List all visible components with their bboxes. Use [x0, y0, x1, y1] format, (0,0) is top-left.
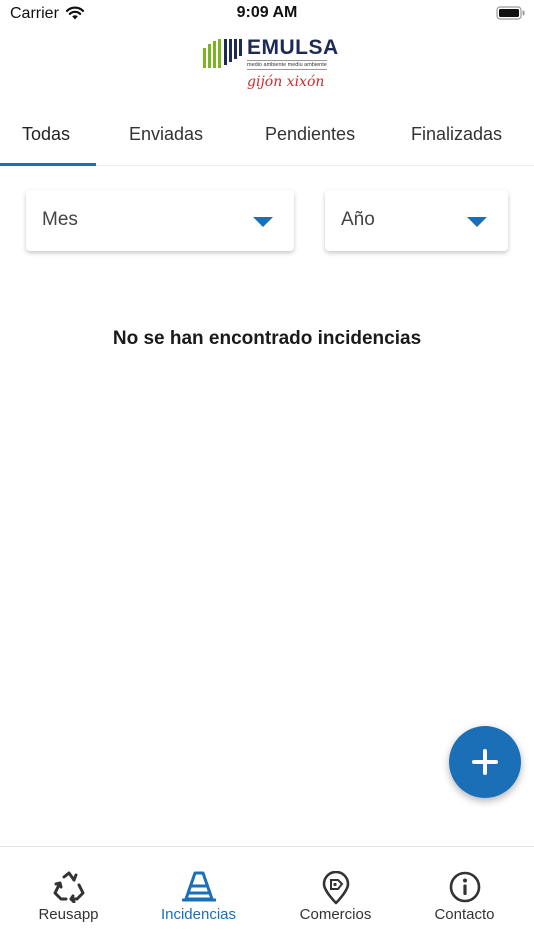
tab-enviadas[interactable]: Enviadas: [129, 124, 203, 154]
logo-subtitle: medio ambiente mediu ambiente: [247, 60, 327, 70]
nav-label: Reusapp: [38, 906, 99, 923]
tab-finalizadas[interactable]: Finalizadas: [411, 124, 502, 154]
logo-bars-icon: [203, 39, 242, 68]
nav-item-reusapp[interactable]: Reusapp: [2, 847, 135, 937]
caret-down-icon: [467, 217, 487, 227]
nav-label: Comercios: [299, 906, 372, 923]
month-select-value: Mes: [42, 209, 78, 230]
nav-item-contacto[interactable]: Contacto: [398, 847, 531, 937]
bottom-nav: Reusapp Incidencias Comercios Contacto: [0, 846, 534, 950]
clock: 9:09 AM: [236, 4, 298, 21]
nav-item-incidencias[interactable]: Incidencias: [132, 847, 265, 937]
tab-label: Todas: [22, 124, 71, 144]
plus-icon: [472, 749, 498, 775]
traffic-cone-icon: [181, 871, 216, 902]
tab-bar: Todas Enviadas Pendientes Finalizadas: [0, 112, 534, 166]
emulsa-logo: EMULSA medio ambiente mediu ambiente gij…: [203, 36, 338, 94]
tab-label: Pendientes: [265, 124, 356, 144]
year-select-value: Año: [341, 209, 375, 230]
info-icon: [449, 871, 480, 903]
tab-label: Enviadas: [129, 124, 204, 144]
nav-label: Incidencias: [160, 906, 237, 923]
map-pin-icon: [322, 871, 349, 905]
caret-down-icon: [253, 217, 273, 227]
empty-state-message: No se han encontrado incidencias: [112, 328, 422, 349]
active-tab-indicator: [0, 163, 96, 166]
year-select[interactable]: Año: [325, 190, 508, 251]
tab-todas[interactable]: Todas: [22, 124, 70, 154]
status-bar: Carrier 9:09 AM: [0, 0, 534, 28]
tab-pendientes[interactable]: Pendientes: [265, 124, 355, 154]
month-select[interactable]: Mes: [26, 190, 294, 251]
nav-label: Contacto: [434, 906, 495, 923]
add-incident-button[interactable]: [449, 726, 521, 798]
recycle-icon: [53, 871, 84, 903]
battery-icon: [496, 6, 526, 25]
tab-label: Finalizadas: [411, 124, 503, 144]
logo-name: EMULSA: [247, 36, 339, 59]
logo-city: gijón xixón: [247, 74, 325, 90]
nav-item-comercios[interactable]: Comercios: [269, 847, 402, 937]
